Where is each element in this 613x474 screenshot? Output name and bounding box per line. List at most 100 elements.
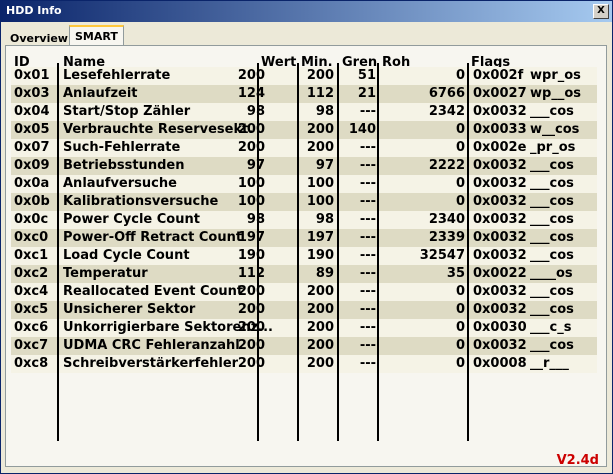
attr-raw: 2222 — [428, 158, 465, 173]
table-row[interactable]: 0x0c Power Cycle Count 98 98 --- 2340 0x0032 __… — [11, 211, 597, 229]
attr-value: 200 — [237, 338, 265, 353]
table-row[interactable]: 0xc5 Unsicherer Sektor 200 200 --- 0 0x0032 ___… — [11, 301, 597, 319]
attr-raw: 0 — [455, 338, 465, 353]
attr-raw: 35 — [446, 266, 465, 281]
attr-name: Lesefehlerrate — [63, 68, 171, 83]
tab-smart[interactable]: SMART — [69, 25, 124, 45]
attr-value: 197 — [237, 230, 265, 245]
table-row[interactable]: 0xc6 Unkorrigierbare Sektorenz... 200 200 --… — [11, 319, 597, 337]
column-divider — [297, 63, 299, 441]
attr-threshold: --- — [359, 284, 376, 299]
table-row[interactable]: 0xc2 Temperatur 112 89 --- 35 0x0022 ____os — [11, 265, 597, 283]
attr-flags-text: ___cos — [530, 248, 574, 263]
attr-min: 100 — [306, 194, 334, 209]
attr-min: 200 — [306, 338, 334, 353]
table-row[interactable]: 0x09 Betriebsstunden 97 97 --- 2222 0x0032 ___c… — [11, 157, 597, 175]
attr-min: 98 — [315, 104, 334, 119]
table-row[interactable]: 0xc4 Reallocated Event Count 200 200 --- 0 0x0… — [11, 283, 597, 301]
attr-value: 124 — [237, 86, 265, 101]
attr-value: 200 — [237, 320, 265, 335]
attr-name: Such-Fehlerrate — [63, 140, 181, 155]
attr-name: Power-Off Retract Count — [63, 230, 243, 245]
attr-raw: 32547 — [419, 248, 465, 263]
attr-min: 200 — [306, 356, 334, 371]
table-row[interactable]: 0x03 Anlaufzeit 124 112 21 6766 0x0027 wp__os — [11, 85, 597, 103]
table-row[interactable]: 0xc1 Load Cycle Count 190 190 --- 32547 0x0032… — [11, 247, 597, 265]
attr-threshold: --- — [359, 248, 376, 263]
table-row[interactable]: 0xc0 Power-Off Retract Count 197 197 --- 2339… — [11, 229, 597, 247]
attr-raw: 2339 — [428, 230, 465, 245]
attr-flags-text: wpr_os — [530, 68, 581, 83]
attr-min: 200 — [306, 122, 334, 137]
attr-threshold: --- — [359, 194, 376, 209]
attr-threshold: --- — [359, 302, 376, 317]
attr-min: 197 — [306, 230, 334, 245]
attr-flags-hex: 0x0008 — [473, 356, 527, 371]
attr-min: 190 — [306, 248, 334, 263]
attr-threshold: --- — [359, 356, 376, 371]
attr-id: 0x0a — [14, 176, 50, 191]
table-row[interactable]: 0x04 Start/Stop Zähler 98 98 --- 2342 0x0032 __… — [11, 103, 597, 121]
attr-flags-text: wp__os — [530, 86, 581, 101]
attr-name: Unsicherer Sektor — [63, 302, 196, 317]
table-row[interactable]: 0x0a Anlaufversuche 100 100 --- 0 0x0032 ___cos — [11, 175, 597, 193]
attr-flags-hex: 0x0027 — [473, 86, 527, 101]
attr-id: 0xc7 — [14, 338, 49, 353]
attr-min: 200 — [306, 140, 334, 155]
title-bar[interactable]: HDD Info X — [1, 1, 612, 22]
close-button[interactable]: X — [593, 4, 609, 19]
attr-flags-hex: 0x0032 — [473, 230, 527, 245]
attr-id: 0x0c — [14, 212, 49, 227]
attr-raw: 0 — [455, 320, 465, 335]
attr-raw: 0 — [455, 122, 465, 137]
table-row[interactable]: 0x07 Such-Fehlerrate 200 200 --- 0 0x002e _pr_o… — [11, 139, 597, 157]
attr-threshold: --- — [359, 230, 376, 245]
attr-flags-hex: 0x002f — [473, 68, 524, 83]
attr-flags-text: ___cos — [530, 284, 574, 299]
attr-name: Anlaufzeit — [63, 86, 138, 101]
attr-id: 0x09 — [14, 158, 50, 173]
attr-name: Temperatur — [63, 266, 148, 281]
attr-value: 200 — [237, 302, 265, 317]
attr-name: Verbrauchte Reservesekt. — [63, 122, 254, 137]
attr-raw: 2342 — [428, 104, 465, 119]
attr-flags-text: ____os — [530, 266, 573, 281]
attr-flags-text: ___c_s — [530, 320, 572, 335]
attr-threshold: --- — [359, 212, 376, 227]
attr-min: 89 — [315, 266, 334, 281]
attr-threshold: 51 — [357, 68, 376, 83]
attr-min: 100 — [306, 176, 334, 191]
attr-flags-hex: 0x0030 — [473, 320, 527, 335]
attr-flags-hex: 0x0032 — [473, 158, 527, 173]
attr-threshold: --- — [359, 158, 376, 173]
attr-value: 98 — [246, 212, 265, 227]
column-divider — [57, 63, 59, 441]
table-row[interactable]: 0xc8 Schreibverstärkerfehler 200 200 --- 0 0x0… — [11, 355, 597, 373]
attr-id: 0xc2 — [14, 266, 49, 281]
attr-name: Load Cycle Count — [63, 248, 190, 263]
attr-raw: 0 — [455, 284, 465, 299]
attr-id: 0xc0 — [14, 230, 49, 245]
table-row[interactable]: 0x05 Verbrauchte Reservesekt. 200 200 140 0 0x… — [11, 121, 597, 139]
attr-threshold: --- — [359, 140, 376, 155]
attr-flags-text: ___cos — [530, 338, 574, 353]
attr-raw: 2340 — [428, 212, 465, 227]
attr-id: 0x04 — [14, 104, 50, 119]
attr-threshold: 21 — [357, 86, 376, 101]
attr-id: 0xc8 — [14, 356, 49, 371]
table-row[interactable]: 0x0b Kalibrationsversuche 100 100 --- 0 0x0032… — [11, 193, 597, 211]
table-row[interactable]: 0xc7 UDMA CRC Fehleranzahl 200 200 --- 0 0x003… — [11, 337, 597, 355]
attr-name: Schreibverstärkerfehler — [63, 356, 239, 371]
attr-min: 200 — [306, 302, 334, 317]
column-divider — [257, 63, 259, 441]
attr-raw: 0 — [455, 68, 465, 83]
attr-name: UDMA CRC Fehleranzahl — [63, 338, 240, 353]
attr-flags-hex: 0x0032 — [473, 104, 527, 119]
table-row[interactable]: 0x01 Lesefehlerrate 200 200 51 0 0x002f wpr_os — [11, 67, 597, 85]
attr-flags-hex: 0x0032 — [473, 302, 527, 317]
attr-id: 0x0b — [14, 194, 50, 209]
window-title: HDD Info — [6, 4, 62, 17]
attr-min: 200 — [306, 68, 334, 83]
attr-value: 200 — [237, 68, 265, 83]
attr-flags-text: ___cos — [530, 302, 574, 317]
